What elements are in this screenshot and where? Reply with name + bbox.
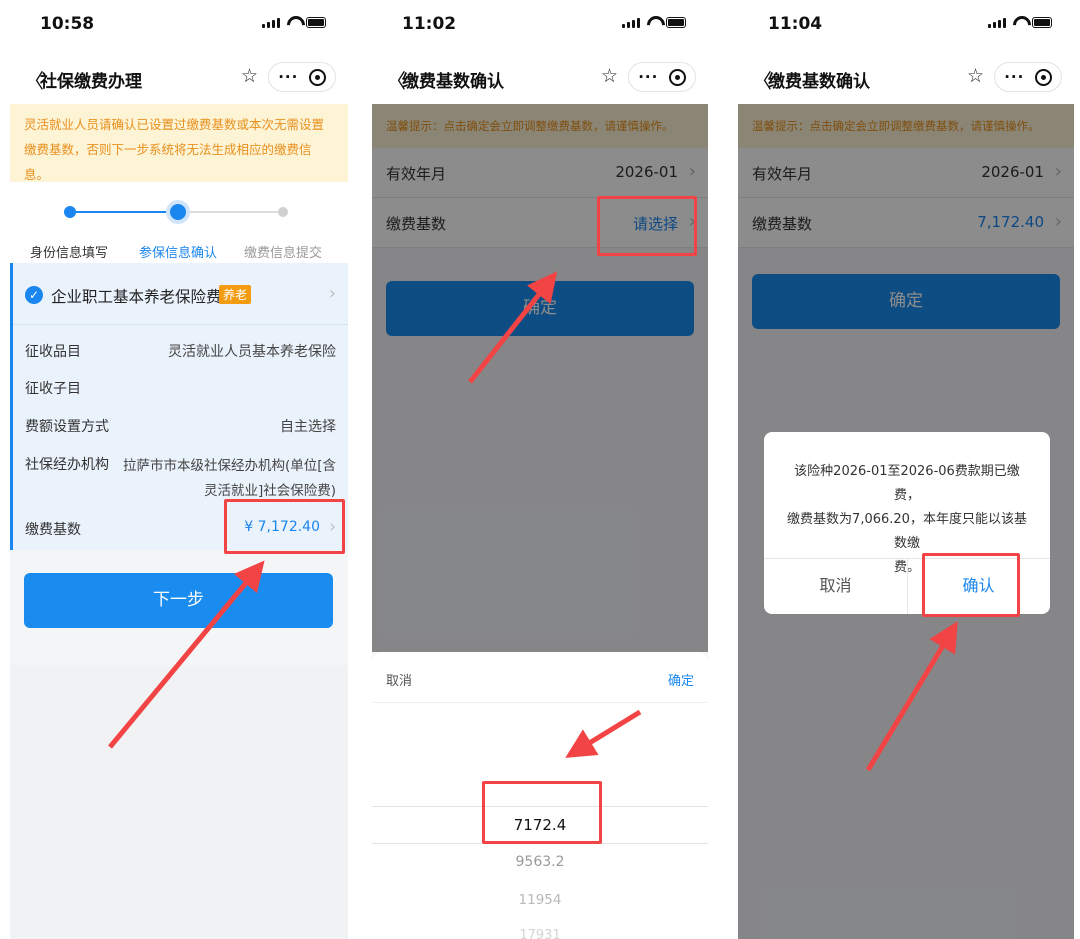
page-title: 缴费基数确认 <box>768 72 870 92</box>
screen-base-confirm-dialog: 11:04 〈 缴费基数确认 ☆ ··· 温馨提示：点击确定会立即调整缴费基数，… <box>738 0 1074 939</box>
close-target-icon[interactable] <box>668 68 686 86</box>
nav-bar: 〈 缴费基数确认 ☆ ··· <box>372 52 708 104</box>
highlight-box-picker-option <box>482 781 602 844</box>
insurance-tag: 养老 <box>219 285 252 304</box>
status-time: 11:04 <box>768 14 823 34</box>
info-key: 征收子目 <box>25 381 81 397</box>
page-title: 社保缴费办理 <box>40 72 142 92</box>
insurance-name: 企业职工基本养老保险费 <box>51 288 222 306</box>
dialog-cancel-button[interactable]: 取消 <box>764 558 907 614</box>
page-bottom-area <box>10 665 348 939</box>
highlight-box-base-value <box>224 499 345 554</box>
next-step-button[interactable]: 下一步 <box>24 573 333 628</box>
star-icon[interactable]: ☆ <box>241 65 258 87</box>
page-title: 缴费基数确认 <box>402 72 504 92</box>
check-icon[interactable]: ✓ <box>25 286 43 304</box>
picker-option[interactable]: 11954 <box>372 892 708 908</box>
picker-ok-button[interactable]: 确定 <box>668 670 694 689</box>
notice-banner: 灵活就业人员请确认已设置过缴费基数或本次无需设置缴费基数，否则下一步系统将无法生… <box>10 104 348 182</box>
info-key: 征收品目 <box>25 344 81 360</box>
step-line-pending <box>178 211 283 213</box>
more-icon[interactable]: ··· <box>638 68 658 86</box>
dialog-line: 该险种2026-01至2026-06费款期已缴费， <box>794 464 1020 503</box>
step-dot-done <box>64 206 76 218</box>
step-label-submit: 缴费信息提交 <box>243 246 322 261</box>
wifi-icon <box>1012 16 1026 28</box>
status-bar: 10:58 <box>10 0 348 52</box>
wifi-icon <box>646 16 660 28</box>
info-value-cont: 灵活就业]社会保险费) <box>203 483 336 499</box>
status-time: 10:58 <box>40 14 95 34</box>
info-key: 费额设置方式 <box>25 419 109 435</box>
screen-payment-handling: 10:58 〈 社保缴费办理 ☆ ··· 灵活就业人员请确认已设置过缴费基数或本… <box>10 0 348 939</box>
more-icon[interactable]: ··· <box>1004 68 1024 86</box>
insurance-card-header[interactable]: ✓ 企业职工基本养老保险费 养老 › <box>13 263 348 325</box>
step-label-identity: 身份信息填写 <box>29 246 108 261</box>
battery-icon <box>306 17 326 28</box>
system-icons <box>622 16 686 28</box>
step-line-done <box>70 211 178 213</box>
info-key: 社保经办机构 <box>25 457 109 473</box>
battery-icon <box>666 17 686 28</box>
status-bar: 11:02 <box>372 0 708 52</box>
picker-option[interactable]: 9563.2 <box>372 854 708 870</box>
more-icon[interactable]: ··· <box>278 68 298 86</box>
info-value: 自主选择 <box>280 419 336 435</box>
mini-program-capsule[interactable]: ··· <box>628 62 696 92</box>
mini-program-capsule[interactable]: ··· <box>994 62 1062 92</box>
highlight-box-confirm <box>922 553 1020 617</box>
system-icons <box>262 16 326 28</box>
divider <box>372 702 708 703</box>
signal-icon <box>622 18 640 28</box>
info-value: 灵活就业人员基本养老保险 <box>168 344 336 360</box>
highlight-box-select <box>597 196 697 256</box>
battery-icon <box>1032 17 1052 28</box>
close-target-icon[interactable] <box>308 68 326 86</box>
star-icon[interactable]: ☆ <box>601 65 618 87</box>
signal-icon <box>988 18 1006 28</box>
mini-program-capsule[interactable]: ··· <box>268 62 336 92</box>
star-icon[interactable]: ☆ <box>967 65 984 87</box>
close-target-icon[interactable] <box>1034 68 1052 86</box>
step-dot-active <box>170 204 186 220</box>
picker-option[interactable]: 17931 <box>372 928 708 939</box>
status-bar: 11:04 <box>738 0 1074 52</box>
step-label-insurance: 参保信息确认 <box>138 246 217 261</box>
modal-overlay <box>372 104 708 652</box>
picker-cancel-button[interactable]: 取消 <box>386 670 412 689</box>
nav-bar: 〈 社保缴费办理 ☆ ··· <box>10 52 348 104</box>
signal-icon <box>262 18 280 28</box>
base-label: 缴费基数 <box>25 522 81 538</box>
system-icons <box>988 16 1052 28</box>
info-value: 拉萨市市本级社保经办机构(单位[含 <box>122 458 336 474</box>
dialog-line: 缴费基数为7,066.20，本年度只能以该基数缴 <box>787 512 1027 551</box>
nav-bar: 〈 缴费基数确认 ☆ ··· <box>738 52 1074 104</box>
status-time: 11:02 <box>402 14 457 34</box>
step-dot-pending <box>278 207 288 217</box>
chevron-right-icon: › <box>328 283 336 304</box>
wifi-icon <box>286 16 300 28</box>
